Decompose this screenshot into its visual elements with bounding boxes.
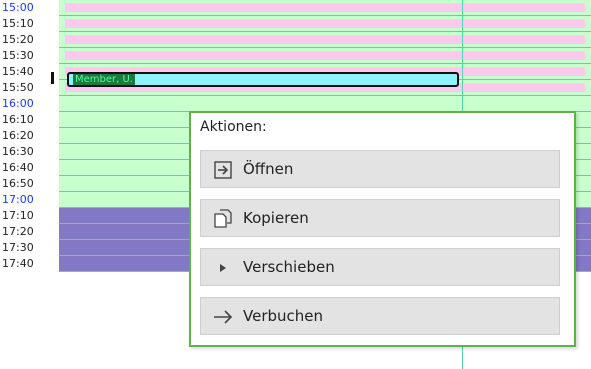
time-label: 15:40 [0,64,57,80]
open-arrow-icon [213,160,233,180]
copy-icon [213,209,233,229]
time-label: 16:40 [0,160,57,176]
time-label: 15:50 [0,80,57,96]
slot-band [65,35,585,44]
context-menu: Aktionen: Öffnen Kopieren Verschieben Ve… [189,111,576,347]
slot-band [65,51,585,60]
time-row: 15:30 [0,48,591,64]
time-label: 16:30 [0,144,57,160]
time-slot[interactable] [59,0,591,16]
time-label: 15:10 [0,16,57,32]
menu-item-kopieren[interactable]: Kopieren [200,199,560,237]
time-label: 17:10 [0,208,57,224]
current-row-marker [51,72,54,84]
menu-item-label: Verschieben [243,258,335,276]
time-row: 15:00 [0,0,591,16]
time-label: 15:30 [0,48,57,64]
menu-item-label: Kopieren [243,209,309,227]
time-label: 16:20 [0,128,57,144]
time-label: 17:20 [0,224,57,240]
time-label: 15:00 [0,0,57,16]
appointment-block[interactable]: Member, U. [67,72,459,87]
slot-band [65,3,585,12]
time-label: 15:20 [0,32,57,48]
menu-item-label: Verbuchen [243,307,324,325]
time-slot[interactable] [59,48,591,64]
time-label: 16:50 [0,176,57,192]
menu-title: Aktionen: [200,119,267,135]
time-label: 16:00 [0,96,57,112]
time-label: 16:10 [0,112,57,128]
menu-item-verschieben[interactable]: Verschieben [200,248,560,286]
triangle-right-icon [213,258,233,278]
arrow-right-icon [213,307,233,327]
time-row: 15:10 [0,16,591,32]
time-slot[interactable] [59,16,591,32]
time-label: 17:00 [0,192,57,208]
menu-item-label: Öffnen [243,160,294,178]
time-row: 16:00 [0,96,591,112]
slot-band [65,19,585,28]
time-label: 17:30 [0,240,57,256]
time-label: 17:40 [0,256,57,272]
appointment-label: Member, U. [73,74,135,85]
time-slot[interactable] [59,96,591,112]
time-row: 15:20 [0,32,591,48]
menu-item-verbuchen[interactable]: Verbuchen [200,297,560,335]
time-slot[interactable] [59,32,591,48]
menu-item-oeffnen[interactable]: Öffnen [200,150,560,188]
